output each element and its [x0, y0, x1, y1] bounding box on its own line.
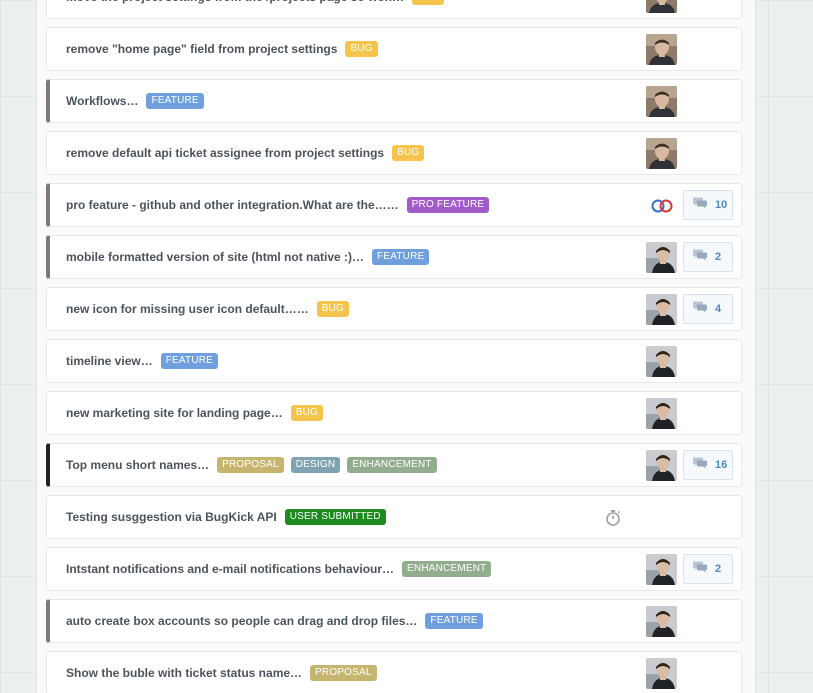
assignee-avatar[interactable]	[646, 138, 677, 169]
comment-count-button[interactable]: 2	[683, 554, 733, 584]
ticket-title[interactable]: move the project settings from the /proj…	[66, 0, 404, 4]
integration-avatar[interactable]	[646, 190, 677, 221]
ticket-title[interactable]: pro feature - github and other integrati…	[66, 198, 399, 212]
ticket-title-wrap: Show the buble with ticket status name… P…	[66, 652, 377, 693]
ticket-row[interactable]: remove default api ticket assignee from …	[46, 131, 742, 175]
ticket-row[interactable]: Intstant notifications and e-mail notifi…	[46, 547, 742, 591]
ticket-tag[interactable]: BUG	[290, 405, 323, 421]
integration-logo-icon	[646, 190, 677, 221]
ticket-row[interactable]: remove "home page" field from project se…	[46, 27, 742, 71]
ticket-tag[interactable]: DESIGN	[290, 457, 341, 473]
ticket-title-wrap: Intstant notifications and e-mail notifi…	[66, 548, 492, 590]
ticket-tag[interactable]: ENHANCEMENT	[347, 457, 437, 473]
ticket-title[interactable]: Top menu short names…	[66, 458, 209, 472]
ticket-tag[interactable]: ENHANCEMENT	[402, 561, 492, 577]
ticket-tag[interactable]: PRO FEATURE	[406, 197, 490, 213]
ticket-tag[interactable]: FEATURE	[425, 613, 483, 629]
ticket-row[interactable]: mobile formatted version of site (html n…	[46, 235, 742, 279]
comment-count: 2	[715, 563, 722, 575]
ticket-tag[interactable]: BUG	[345, 41, 378, 57]
comment-count-button[interactable]: 10	[683, 190, 733, 220]
ticket-title[interactable]: Workflows…	[66, 94, 138, 108]
comment-count-button[interactable]: 4	[683, 294, 733, 324]
ticket-row[interactable]: pro feature - github and other integrati…	[46, 183, 742, 227]
comment-count: 2	[715, 251, 722, 263]
ticket-tag[interactable]: FEATURE	[160, 353, 219, 369]
ticket-row[interactable]: timeline view… FEATURE	[46, 339, 742, 383]
ticket-row[interactable]: auto create box accounts so people can d…	[46, 599, 742, 643]
assignee-avatar[interactable]	[646, 658, 677, 689]
ticket-title[interactable]: remove default api ticket assignee from …	[66, 146, 384, 160]
ticket-row[interactable]: Workflows… FEATURE	[46, 79, 742, 123]
ticket-title-wrap: timeline view… FEATURE	[66, 340, 219, 382]
ticket-title-wrap: pro feature - github and other integrati…	[66, 184, 490, 226]
assignee-avatar[interactable]	[646, 242, 677, 273]
comment-bubble-icon	[692, 456, 708, 474]
ticket-title-wrap: mobile formatted version of site (html n…	[66, 236, 430, 278]
assignee-avatar[interactable]	[646, 346, 677, 377]
ticket-row[interactable]: new icon for missing user icon default………	[46, 287, 742, 331]
ticket-title[interactable]: Show the buble with ticket status name…	[66, 666, 302, 680]
ticket-title[interactable]: remove "home page" field from project se…	[66, 42, 337, 56]
ticket-title[interactable]: Intstant notifications and e-mail notifi…	[66, 562, 394, 576]
comment-count: 4	[715, 303, 722, 315]
ticket-tag[interactable]: BUG	[316, 301, 349, 317]
ticket-title-wrap: new icon for missing user icon default………	[66, 288, 349, 330]
ticket-row[interactable]: Show the buble with ticket status name… P…	[46, 651, 742, 693]
ticket-title-wrap: Top menu short names… PROPOSAL DESIGN ENHAN…	[66, 444, 437, 486]
ticket-row[interactable]: Top menu short names… PROPOSAL DESIGN ENHAN…	[46, 443, 742, 487]
ticket-row[interactable]: Testing susggestion via BugKick API USER …	[46, 495, 742, 539]
ticket-tag[interactable]: USER SUBMITTED	[284, 509, 386, 525]
assignee-avatar[interactable]	[646, 606, 677, 637]
ticket-title[interactable]: mobile formatted version of site (html n…	[66, 250, 364, 264]
ticket-title-wrap: Testing susggestion via BugKick API USER …	[66, 496, 386, 538]
ticket-tag[interactable]: BUG	[392, 145, 425, 161]
ticket-tag[interactable]: FEATURE	[372, 249, 430, 265]
comment-bubble-icon	[692, 300, 708, 318]
assignee-avatar[interactable]	[646, 34, 677, 65]
ticket-tag[interactable]: BUG	[412, 0, 445, 5]
ticket-title[interactable]: new marketing site for landing page…	[66, 406, 283, 420]
ticket-title-wrap: remove default api ticket assignee from …	[66, 132, 425, 174]
assignee-avatar[interactable]	[646, 86, 677, 117]
ticket-title[interactable]: Testing susggestion via BugKick API	[66, 510, 277, 524]
stopwatch-icon[interactable]	[605, 509, 621, 532]
ticket-title-wrap: move the project settings from the /proj…	[66, 0, 445, 18]
assignee-avatar[interactable]	[646, 294, 677, 325]
comment-count-button[interactable]: 2	[683, 242, 733, 272]
ticket-tag[interactable]: FEATURE	[146, 93, 204, 109]
ticket-title[interactable]: auto create box accounts so people can d…	[66, 614, 417, 628]
ticket-title-wrap: new marketing site for landing page… BUG	[66, 392, 323, 434]
ticket-tag[interactable]: PROPOSAL	[217, 457, 284, 473]
ticket-list: move the project settings from the /proj…	[46, 0, 742, 693]
ticket-title-wrap: Workflows… FEATURE	[66, 80, 204, 122]
assignee-avatar[interactable]	[646, 450, 677, 481]
assignee-avatar[interactable]	[646, 0, 677, 13]
ticket-title[interactable]: timeline view…	[66, 354, 153, 368]
ticket-tag[interactable]: PROPOSAL	[310, 665, 377, 681]
comment-count-button[interactable]: 16	[683, 450, 733, 480]
assignee-avatar[interactable]	[646, 554, 677, 585]
ticket-row[interactable]: new marketing site for landing page… BUG	[46, 391, 742, 435]
comment-bubble-icon	[692, 248, 708, 266]
assignee-avatar[interactable]	[646, 398, 677, 429]
ticket-title-wrap: remove "home page" field from project se…	[66, 28, 378, 70]
comment-count: 16	[715, 459, 728, 471]
comment-count: 10	[715, 199, 728, 211]
ticket-title[interactable]: new icon for missing user icon default……	[66, 302, 309, 316]
comment-bubble-icon	[692, 196, 708, 214]
ticket-title-wrap: auto create box accounts so people can d…	[66, 600, 483, 642]
comment-bubble-icon	[692, 560, 708, 578]
ticket-row[interactable]: move the project settings from the /proj…	[46, 0, 742, 19]
